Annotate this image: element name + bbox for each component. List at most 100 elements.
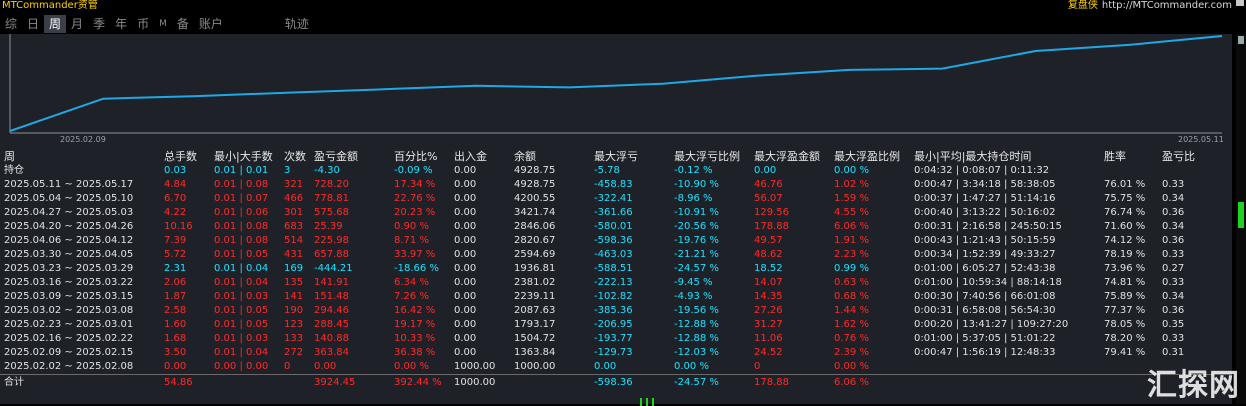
table-row[interactable]: 2025.03.02 ~ 2025.03.08 2.58 0.01 | 0.05 19… xyxy=(0,304,1232,318)
table-cell: 123 xyxy=(284,319,304,330)
table-row[interactable]: 2025.05.04 ~ 2025.05.10 6.70 0.01 | 0.07 46… xyxy=(0,192,1232,206)
table-cell: 1.60 xyxy=(164,319,187,330)
column-header[interactable]: 最大浮盈比例 xyxy=(830,150,910,164)
table-cell xyxy=(280,374,310,390)
tab-5[interactable]: 年 xyxy=(110,15,132,33)
column-header[interactable]: 最大浮亏比例 xyxy=(670,150,750,164)
table-cell: 363.84 xyxy=(314,347,349,358)
table-cell xyxy=(1100,164,1158,178)
scroll-thumb[interactable] xyxy=(1238,202,1244,228)
table-cell: 78.05 % xyxy=(1104,319,1146,330)
table-cell: 0.00 % xyxy=(674,361,709,372)
table-row[interactable]: 2025.03.23 ~ 2025.03.29 2.31 0.01 | 0.04 16… xyxy=(0,262,1232,276)
row-label: 2025.02.02 ~ 2025.02.08 xyxy=(4,361,134,372)
vertical-scrollbar[interactable] xyxy=(1236,34,1246,404)
table-cell: -19.76 % xyxy=(674,235,719,246)
report-panel: 2025.02.09 2025.05.11 周总手数 最小|大手数 次数 盈亏金额 百分比… xyxy=(0,34,1232,404)
table-row[interactable]: 2025.04.27 ~ 2025.05.03 4.22 0.01 | 0.06 30… xyxy=(0,206,1232,220)
column-header[interactable]: 总手数 xyxy=(160,150,210,164)
table-cell: 0:01:00 | 10:59:34 | 88:14:18 xyxy=(914,277,1062,288)
table-cell: 2.39 % xyxy=(834,347,869,358)
table-cell: 0.33 xyxy=(1162,179,1185,190)
table-row[interactable]: 2025.03.09 ~ 2025.03.15 1.87 0.01 | 0.03 14… xyxy=(0,290,1232,304)
column-header[interactable]: 最大浮亏 xyxy=(590,150,670,164)
table-row[interactable]: 2025.04.06 ~ 2025.04.12 7.39 0.01 | 0.08 51… xyxy=(0,234,1232,248)
row-label: 2025.04.27 ~ 2025.05.03 xyxy=(4,207,134,218)
table-cell: 78.19 % xyxy=(1104,249,1146,260)
tab-0[interactable]: 综 xyxy=(0,15,22,33)
table-cell: -458.83 xyxy=(594,179,633,190)
app-title: MTCommander资管 xyxy=(2,0,98,11)
table-cell: 25.39 xyxy=(314,221,343,232)
table-cell: 1.02 % xyxy=(834,179,869,190)
tab-10[interactable]: 轨迹 xyxy=(280,15,314,33)
table-row[interactable]: 2025.02.09 ~ 2025.02.15 3.50 0.01 | 0.04 27… xyxy=(0,346,1232,360)
tab-7[interactable]: M xyxy=(154,15,172,33)
close-icon[interactable] xyxy=(1236,0,1244,6)
table-cell: 0 xyxy=(284,361,291,372)
row-label: 2025.03.02 ~ 2025.03.08 xyxy=(4,305,134,316)
table-cell: 31.27 xyxy=(754,319,783,330)
table-cell: 0.00 xyxy=(594,361,617,372)
table-cell: 0.01 | 0.03 xyxy=(214,291,269,302)
table-cell: 27.26 xyxy=(754,305,783,316)
column-header[interactable]: 次数 xyxy=(280,150,310,164)
table-cell: 0.00 xyxy=(454,207,477,218)
equity-curve-chart: 2025.02.09 2025.05.11 xyxy=(9,34,1224,144)
table-cell: -12.88 % xyxy=(674,333,719,344)
table-row[interactable]: 2025.03.30 ~ 2025.04.05 5.72 0.01 | 0.05 43… xyxy=(0,248,1232,262)
table-cell: 0:00:20 | 13:41:27 | 109:27:20 xyxy=(914,319,1069,330)
total-row[interactable]: 合计 54.86 3924.45 392.44 % 1000.00 -598.36 -24.… xyxy=(0,374,1232,390)
tab-3[interactable]: 月 xyxy=(66,15,88,33)
column-header[interactable]: 余额 xyxy=(510,150,590,164)
table-cell: 4.55 % xyxy=(834,207,869,218)
column-header[interactable]: 胜率 xyxy=(1100,150,1158,164)
column-header[interactable]: 盈亏金额 xyxy=(310,150,390,164)
table-cell: 0:00:40 | 3:13:22 | 50:16:02 xyxy=(914,207,1056,218)
column-header[interactable]: 最大浮盈金额 xyxy=(750,150,830,164)
tab-4[interactable]: 季 xyxy=(88,15,110,33)
table-cell: 133 xyxy=(284,333,304,344)
table-cell: 466 xyxy=(284,193,304,204)
table-row[interactable]: 2025.02.16 ~ 2025.02.22 1.68 0.01 | 0.03 13… xyxy=(0,332,1232,346)
table-cell: 0.00 xyxy=(454,235,477,246)
row-label: 2025.05.11 ~ 2025.05.17 xyxy=(4,179,134,190)
table-row[interactable]: 2025.04.20 ~ 2025.04.26 10.16 0.01 | 0.08 6… xyxy=(0,220,1232,234)
tab-1[interactable]: 日 xyxy=(22,15,44,33)
table-row[interactable]: 2025.03.16 ~ 2025.03.22 2.06 0.01 | 0.04 13… xyxy=(0,276,1232,290)
brand-url[interactable]: http://MTCommander.com xyxy=(1102,0,1232,11)
column-header[interactable]: 盈亏比 xyxy=(1158,150,1232,164)
table-cell: 1793.17 xyxy=(514,319,556,330)
column-header[interactable]: 最小|平均|最大持仓时间 xyxy=(910,150,1100,164)
table-cell: 3421.74 xyxy=(514,207,556,218)
table-cell: 74.81 % xyxy=(1104,277,1146,288)
table-cell: 0.00 xyxy=(454,277,477,288)
table-cell: 1.44 % xyxy=(834,305,869,316)
table-cell: 5.72 xyxy=(164,249,187,260)
tab-2[interactable]: 周 xyxy=(44,15,67,33)
table-row[interactable]: 2025.02.02 ~ 2025.02.08 0.00 0.00 | 0.00 0 0… xyxy=(0,360,1232,375)
column-header[interactable]: 最小|大手数 xyxy=(210,150,280,164)
table-cell: 2239.11 xyxy=(514,291,556,302)
column-header[interactable]: 周 xyxy=(0,150,160,164)
column-header[interactable]: 百分比% xyxy=(390,150,450,164)
title-bar: MTCommander资管 复盘侠 http://MTCommander.com xyxy=(0,0,1246,11)
scroll-up-icon[interactable] xyxy=(1238,36,1244,44)
table-cell: 0:04:32 | 0:08:07 | 0:11:32 xyxy=(914,165,1050,176)
holding-row[interactable]: 持仓 0.03 0.01 | 0.01 3 -4.30 -0.09 % 0.00 4928.7… xyxy=(0,164,1232,178)
table-cell: 1000.00 xyxy=(450,374,510,390)
table-row[interactable]: 2025.05.11 ~ 2025.05.17 4.84 0.01 | 0.08 32… xyxy=(0,178,1232,192)
table-cell: 0.01 | 0.08 xyxy=(214,235,269,246)
tab-9[interactable]: 账户 xyxy=(194,15,228,33)
table-cell: 20.23 % xyxy=(394,207,436,218)
table-cell: 0:00:37 | 1:47:27 | 51:14:16 xyxy=(914,193,1056,204)
table-cell: 22.76 % xyxy=(394,193,436,204)
table-cell: 75.75 % xyxy=(1104,193,1146,204)
tab-6[interactable]: 币 xyxy=(132,15,154,33)
tab-8[interactable]: 备 xyxy=(172,15,194,33)
table-cell: 0 xyxy=(754,361,761,372)
table-cell: 0.34 xyxy=(1162,221,1185,232)
table-row[interactable]: 2025.02.23 ~ 2025.03.01 1.60 0.01 | 0.05 12… xyxy=(0,318,1232,332)
row-label: 2025.03.23 ~ 2025.03.29 xyxy=(4,263,134,274)
column-header[interactable]: 出入金 xyxy=(450,150,510,164)
